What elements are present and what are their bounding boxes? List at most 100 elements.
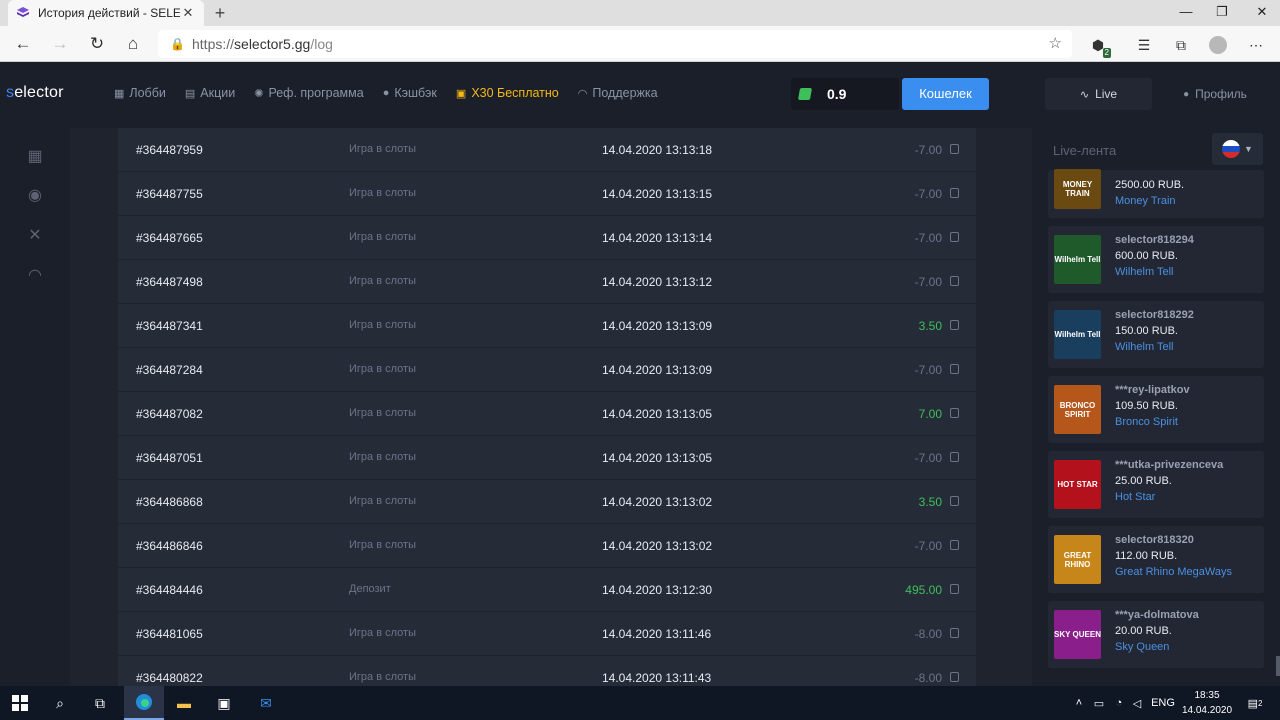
- live-feed-item[interactable]: MONEY TRAIN 2500.00 RUB. Money Train: [1048, 169, 1264, 218]
- feed-username: selector818294: [1115, 234, 1194, 246]
- transaction-date: 14.04.2020 13:12:30: [602, 583, 713, 597]
- game-thumbnail[interactable]: SKY QUEEN: [1054, 610, 1101, 659]
- game-thumbnail[interactable]: Wilhelm Tell: [1054, 235, 1101, 284]
- coin-icon: [950, 495, 960, 507]
- transaction-type: Игра в слоты: [349, 407, 416, 419]
- live-feed-item[interactable]: Wilhelm Tell selector818292 150.00 RUB. …: [1048, 301, 1264, 368]
- live-button[interactable]: ∿ Live: [1045, 78, 1152, 110]
- game-thumbnail[interactable]: HOT STAR: [1054, 460, 1101, 509]
- back-button[interactable]: ←: [11, 32, 35, 56]
- live-feed-item[interactable]: GREAT RHINO selector818320 112.00 RUB. G…: [1048, 526, 1264, 593]
- live-feed-item[interactable]: Wilhelm Tell selector818294 600.00 RUB. …: [1048, 226, 1264, 293]
- new-tab-button[interactable]: +: [210, 3, 230, 23]
- transaction-date: 14.04.2020 13:13:09: [602, 319, 713, 333]
- referral-icon: ✺: [254, 87, 264, 100]
- table-row: #364484446 Депозит 14.04.2020 13:12:30 4…: [118, 568, 976, 612]
- slots-icon[interactable]: ▦: [24, 146, 46, 168]
- language-selector[interactable]: ▼: [1212, 133, 1263, 165]
- transaction-amount: -7.00: [914, 231, 942, 245]
- home-button[interactable]: ⌂: [121, 32, 145, 56]
- maximize-button[interactable]: ❐: [1204, 0, 1240, 26]
- game-thumbnail[interactable]: Wilhelm Tell: [1054, 310, 1101, 359]
- headset-icon[interactable]: ◠: [24, 265, 46, 287]
- nav-referral[interactable]: ✺ Реф. программа: [254, 86, 363, 100]
- game-thumbnail[interactable]: MONEY TRAIN: [1054, 169, 1101, 209]
- live-feed-panel: Live-лента ▼ MONEY TRAIN 2500.00 RUB. Mo…: [1032, 128, 1280, 686]
- coin-icon: [950, 627, 960, 639]
- favorite-star-icon[interactable]: ☆: [1049, 34, 1062, 52]
- extension-icon[interactable]: ⬢ 2: [1087, 34, 1111, 58]
- transaction-date: 14.04.2020 13:13:05: [602, 451, 713, 465]
- wifi-icon[interactable]: ◔: [1110, 686, 1128, 720]
- feed-game-link[interactable]: Wilhelm Tell: [1115, 341, 1173, 353]
- site-logo[interactable]: selector: [6, 84, 64, 102]
- transaction-amount: 3.50: [918, 495, 942, 509]
- volume-icon[interactable]: ◁: [1128, 686, 1146, 720]
- language-indicator[interactable]: ENG: [1148, 686, 1178, 720]
- feed-game-link[interactable]: Wilhelm Tell: [1115, 266, 1173, 278]
- collections-icon[interactable]: ⧉: [1170, 34, 1192, 56]
- mail-icon[interactable]: ✉: [246, 686, 286, 720]
- notifications-icon[interactable]: ▤ 2: [1240, 686, 1270, 720]
- table-row: #364487341 Игра в слоты 14.04.2020 13:13…: [118, 304, 976, 348]
- nav-support[interactable]: ◠ Поддержка: [578, 86, 658, 100]
- feed-game-link[interactable]: Great Rhino MegaWays: [1115, 566, 1232, 578]
- address-bar[interactable]: 🔒 https://selector5.gg/log ☆: [158, 30, 1072, 58]
- transaction-date: 14.04.2020 13:11:43: [602, 671, 712, 685]
- transaction-type: Игра в слоты: [349, 363, 416, 375]
- slot-machine-icon: ▦: [114, 87, 125, 100]
- favorites-icon[interactable]: ☰: [1133, 34, 1155, 56]
- coin-icon: [950, 231, 960, 243]
- close-window-button[interactable]: ✕: [1244, 0, 1280, 26]
- browser-tab[interactable]: История действий - SELECTOR.G ✕: [8, 0, 204, 26]
- file-explorer-icon[interactable]: ▬: [164, 686, 204, 720]
- transaction-type: Игра в слоты: [349, 143, 416, 155]
- reload-button[interactable]: ↻: [85, 32, 109, 56]
- windows-start-icon[interactable]: [0, 686, 40, 720]
- transaction-amount: -7.00: [914, 143, 942, 157]
- feed-game-link[interactable]: Money Train: [1115, 195, 1176, 207]
- nav-lobby[interactable]: ▦ Лобби: [114, 86, 166, 100]
- transaction-type: Игра в слоты: [349, 539, 416, 551]
- site-favicon-icon: [17, 7, 29, 17]
- nav-x30-free[interactable]: ▣ X30 Бесплатно: [456, 86, 559, 100]
- search-icon[interactable]: ⌕: [40, 686, 80, 720]
- live-feed-item[interactable]: HOT STAR ***utka-privezenceva 25.00 RUB.…: [1048, 451, 1264, 518]
- profile-button[interactable]: ● Профиль: [1170, 78, 1260, 110]
- tab-title: История действий - SELECTOR.G: [38, 6, 180, 20]
- edge-browser-icon[interactable]: [124, 686, 164, 720]
- chevron-up-icon[interactable]: ˄: [1070, 686, 1088, 720]
- system-clock[interactable]: 18:35 14.04.2020: [1180, 688, 1234, 718]
- minimize-button[interactable]: —: [1168, 0, 1204, 26]
- nav-label: Поддержка: [592, 86, 658, 100]
- live-feed-item[interactable]: SKY QUEEN ***ya-dolmatova 20.00 RUB. Sky…: [1048, 601, 1264, 668]
- scrollbar-thumb[interactable]: [1276, 656, 1280, 676]
- live-feed-item[interactable]: BRONCO SPIRIT ***rey-lipatkov 109.50 RUB…: [1048, 376, 1264, 443]
- nav-promotions[interactable]: ▤ Акции: [185, 86, 235, 100]
- transaction-amount: -7.00: [914, 363, 942, 377]
- task-view-icon[interactable]: ⧉: [80, 686, 120, 720]
- promo-icon: ▤: [184, 87, 196, 100]
- feed-game-link[interactable]: Sky Queen: [1115, 641, 1169, 653]
- transaction-date: 14.04.2020 13:13:09: [602, 363, 713, 377]
- swords-icon[interactable]: ✕: [24, 225, 46, 247]
- more-menu-icon[interactable]: ⋯: [1245, 34, 1267, 56]
- game-thumbnail[interactable]: BRONCO SPIRIT: [1054, 385, 1101, 434]
- transaction-id: #364487341: [136, 319, 203, 333]
- wallet-button[interactable]: Кошелек: [902, 78, 989, 110]
- feed-game-link[interactable]: Bronco Spirit: [1115, 416, 1178, 428]
- store-icon[interactable]: ▣: [204, 686, 244, 720]
- battery-icon[interactable]: ▭: [1090, 686, 1108, 720]
- profile-avatar-icon[interactable]: [1207, 34, 1229, 56]
- feed-game-link[interactable]: Hot Star: [1115, 491, 1155, 503]
- game-thumbnail[interactable]: GREAT RHINO: [1054, 535, 1101, 584]
- table-row: #364487959 Игра в слоты 14.04.2020 13:13…: [118, 128, 976, 172]
- chips-icon[interactable]: ◉: [24, 185, 46, 207]
- forward-button[interactable]: →: [48, 32, 72, 56]
- nav-cashback[interactable]: ● Кэшбэк: [383, 86, 437, 100]
- feed-win-amount: 600.00 RUB.: [1115, 250, 1178, 262]
- feed-username: selector818292: [1115, 309, 1194, 321]
- feed-username: selector818320: [1115, 534, 1194, 546]
- close-tab-icon[interactable]: ✕: [180, 5, 196, 21]
- nav-label: Акции: [200, 86, 236, 100]
